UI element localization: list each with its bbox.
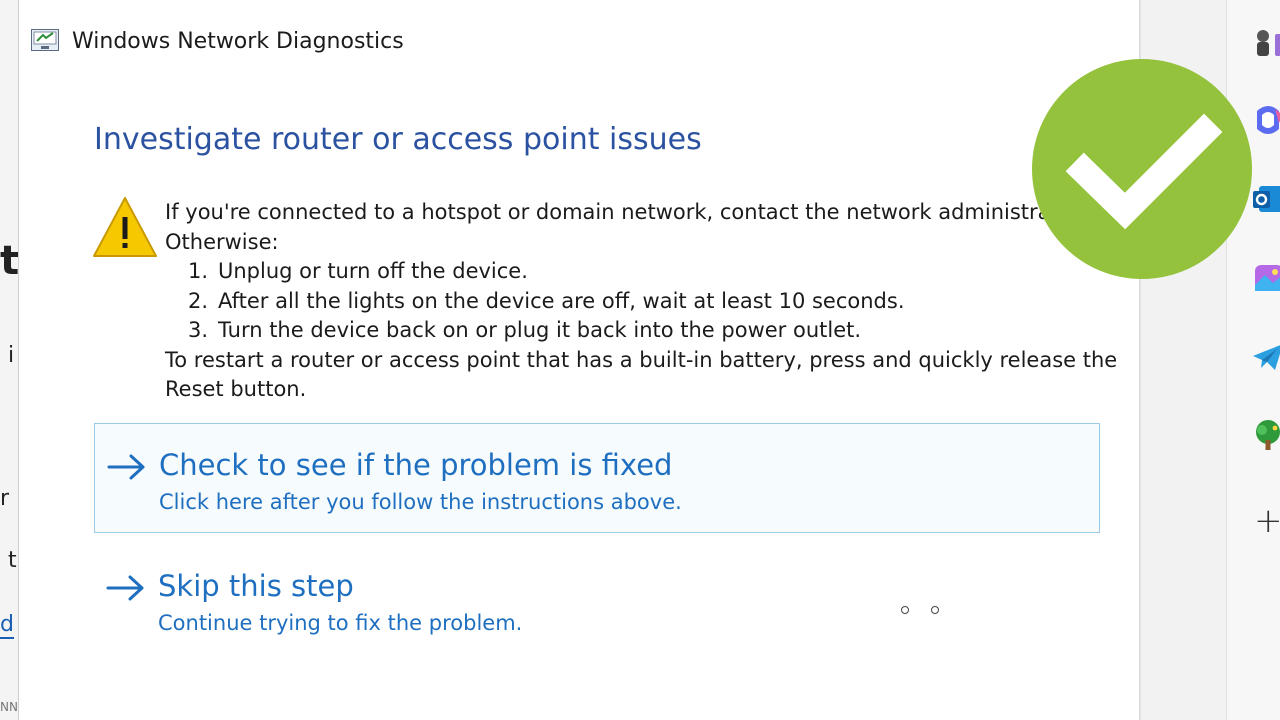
step-text: After all the lights on the device are o…: [218, 288, 905, 313]
instruction-line: Otherwise:: [165, 229, 279, 254]
bg-fragment: t: [0, 238, 19, 284]
instruction-line: If you're connected to a hotspot or doma…: [165, 200, 1059, 224]
add-icon[interactable]: +: [1254, 504, 1280, 538]
bg-fragment: r: [0, 486, 10, 511]
skip-step-button[interactable]: Skip this step Continue trying to fix th…: [94, 545, 1100, 655]
check-problem-fixed-button[interactable]: Check to see if the problem is fixed Cli…: [94, 423, 1100, 533]
page-title: Investigate router or access point issue…: [94, 122, 702, 157]
step-number: 1.: [188, 259, 209, 283]
list-item: 3. Turn the device back on or plug it bac…: [188, 316, 1125, 346]
option-title: Skip this step: [158, 569, 354, 603]
bg-link-fragment[interactable]: d: [0, 612, 14, 639]
instructions-text: If you're connected to a hotspot or doma…: [165, 198, 1125, 405]
option-title: Check to see if the problem is fixed: [159, 448, 673, 482]
steps-list: 1. Unplug or turn off the device. 2. After…: [165, 257, 1125, 346]
green-checkmark-icon: [1032, 59, 1252, 279]
loading-dot: [931, 606, 939, 614]
window-title: Windows Network Diagnostics: [72, 29, 404, 54]
option-subtitle: Click here after you follow the instruct…: [159, 490, 682, 514]
option-subtitle: Continue trying to fix the problem.: [158, 611, 523, 635]
list-item: 1. Unplug or turn off the device.: [188, 257, 1125, 287]
step-text: Turn the device back on or plug it back …: [218, 318, 862, 342]
right-arrow-icon: [106, 575, 144, 601]
bg-fragment: NN: [0, 700, 18, 714]
warning-triangle-icon: [92, 195, 158, 259]
background-window: t i r t d NN: [0, 0, 19, 720]
right-arrow-icon: [107, 454, 145, 480]
tree-icon[interactable]: [1251, 418, 1280, 452]
network-diagnostics-dialog: Windows Network Diagnostics Investigate …: [19, 0, 1140, 720]
step-text: Unplug or turn off the device.: [218, 259, 528, 283]
copilot-icon[interactable]: [1251, 103, 1280, 137]
outlook-icon[interactable]: [1251, 182, 1280, 216]
list-item: 2. After all the lights on the device are…: [188, 287, 1125, 317]
instruction-line: To restart a router or access point that…: [165, 347, 1118, 372]
instruction-line: Reset button.: [165, 377, 307, 401]
chess-icon[interactable]: [1251, 26, 1280, 60]
step-number: 2.: [188, 288, 209, 313]
bg-fragment: i: [8, 343, 15, 368]
step-number: 3.: [188, 318, 209, 342]
title-bar: Windows Network Diagnostics: [19, 0, 1139, 84]
network-diagnostics-icon: [31, 29, 59, 51]
telegram-icon[interactable]: [1251, 340, 1280, 374]
loading-dot: [901, 606, 909, 614]
designer-icon[interactable]: [1251, 261, 1280, 295]
bg-fragment: t: [8, 548, 17, 573]
